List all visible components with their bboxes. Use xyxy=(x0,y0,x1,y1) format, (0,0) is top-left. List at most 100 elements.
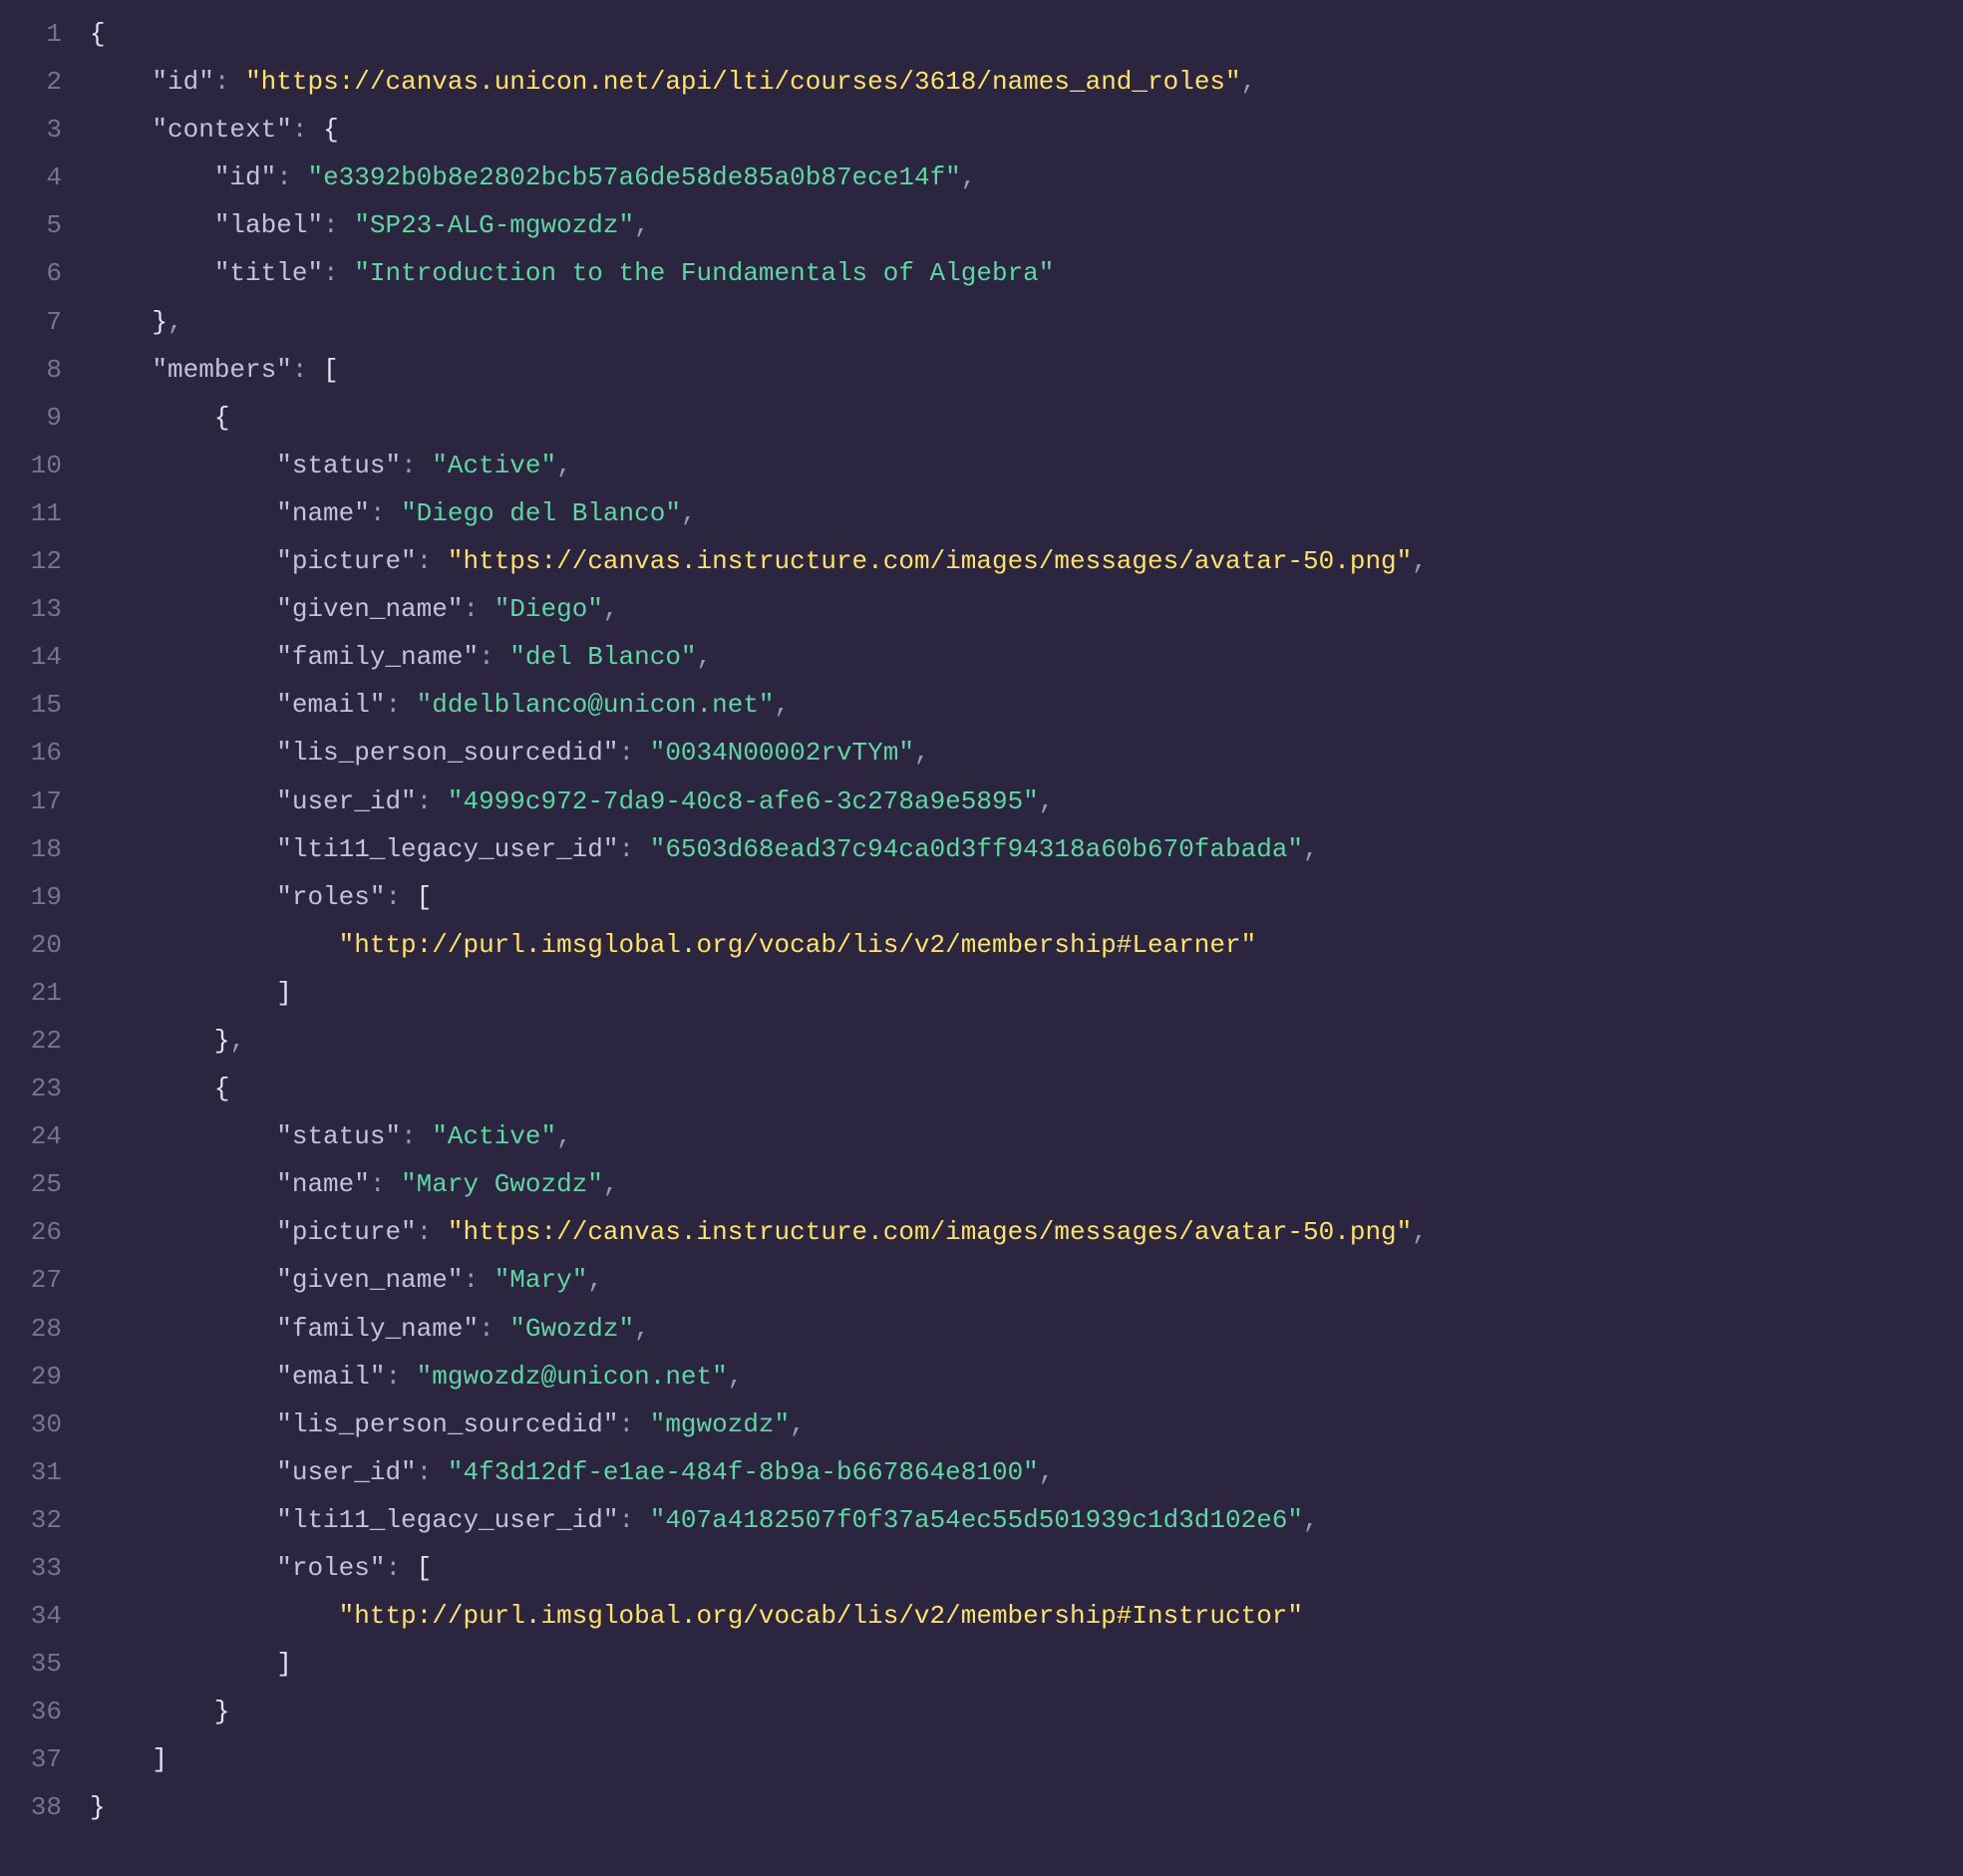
line-number: 25 xyxy=(0,1160,62,1208)
code-line: } xyxy=(90,1783,1428,1831)
token-comma: , xyxy=(775,690,791,720)
token-comma: , xyxy=(634,210,650,240)
code-line: }, xyxy=(90,298,1428,346)
token-key: "title" xyxy=(214,258,323,288)
token-brace: } xyxy=(214,1697,230,1726)
code-line: "given_name": "Mary", xyxy=(90,1256,1428,1304)
token-brace: [ xyxy=(417,882,433,912)
token-brace: } xyxy=(90,1792,106,1822)
code-line: "user_id": "4999c972-7da9-40c8-afe6-3c27… xyxy=(90,778,1428,825)
token-key: "lis_person_sourcedid" xyxy=(276,738,618,768)
line-number: 6 xyxy=(0,249,62,297)
code-line: "http://purl.imsglobal.org/vocab/lis/v2/… xyxy=(90,921,1428,969)
token-colon: : xyxy=(619,1409,650,1439)
line-number: 31 xyxy=(0,1448,62,1496)
token-colon: : xyxy=(619,1505,650,1535)
code-line: "title": "Introduction to the Fundamenta… xyxy=(90,249,1428,297)
line-number: 17 xyxy=(0,778,62,825)
line-number: 19 xyxy=(0,873,62,921)
token-comma: , xyxy=(697,642,713,672)
token-string: "407a4182507f0f37a54ec55d501939c1d3d102e… xyxy=(650,1505,1303,1535)
token-url: "https://canvas.instructure.com/images/m… xyxy=(448,546,1412,576)
line-number: 13 xyxy=(0,585,62,633)
token-string: "ddelblanco@unicon.net" xyxy=(417,690,775,720)
code-line: "label": "SP23-ALG-mgwozdz", xyxy=(90,201,1428,249)
code-line: ] xyxy=(90,969,1428,1017)
token-comma: , xyxy=(634,1314,650,1344)
token-brace: } xyxy=(214,1026,230,1056)
token-colon: : xyxy=(401,451,432,480)
code-line: } xyxy=(90,1688,1428,1735)
token-colon: : xyxy=(214,67,245,97)
code-line: "email": "ddelblanco@unicon.net", xyxy=(90,681,1428,729)
token-brace: ] xyxy=(152,1744,167,1774)
line-number: 38 xyxy=(0,1783,62,1831)
token-key: "user_id" xyxy=(276,786,416,816)
token-colon: : xyxy=(276,162,307,192)
token-colon: : xyxy=(292,355,323,385)
token-key: "status" xyxy=(276,451,401,480)
token-colon: : xyxy=(463,594,493,624)
token-url: "https://canvas.instructure.com/images/m… xyxy=(448,1217,1412,1247)
token-brace: ] xyxy=(276,1649,292,1679)
token-key: "given_name" xyxy=(276,594,463,624)
token-url: "https://canvas.unicon.net/api/lti/cours… xyxy=(245,67,1241,97)
token-key: "email" xyxy=(276,690,385,720)
token-colon: : xyxy=(619,738,650,768)
code-line: "members": [ xyxy=(90,346,1428,394)
token-comma: , xyxy=(1412,546,1428,576)
token-colon: : xyxy=(417,546,448,576)
token-key: "roles" xyxy=(276,882,385,912)
line-number: 34 xyxy=(0,1592,62,1640)
token-string: "Introduction to the Fundamentals of Alg… xyxy=(354,258,1054,288)
token-key: "family_name" xyxy=(276,1314,479,1344)
token-colon: : xyxy=(417,1217,448,1247)
token-key: "family_name" xyxy=(276,642,479,672)
code-line: "user_id": "4f3d12df-e1ae-484f-8b9a-b667… xyxy=(90,1448,1428,1496)
line-number: 35 xyxy=(0,1640,62,1688)
token-key: "label" xyxy=(214,210,323,240)
line-number: 29 xyxy=(0,1353,62,1401)
line-number: 22 xyxy=(0,1017,62,1065)
line-number: 36 xyxy=(0,1688,62,1735)
code-line: "picture": "https://canvas.instructure.c… xyxy=(90,537,1428,585)
token-brace: { xyxy=(323,115,339,145)
token-string: "SP23-ALG-mgwozdz" xyxy=(354,210,634,240)
line-number: 23 xyxy=(0,1065,62,1112)
token-key: "id" xyxy=(152,67,213,97)
code-line: { xyxy=(90,1065,1428,1112)
token-comma: , xyxy=(1303,834,1319,864)
token-brace: [ xyxy=(417,1553,433,1583)
token-brace: { xyxy=(90,19,106,49)
token-key: "lis_person_sourcedid" xyxy=(276,1409,618,1439)
token-string: "Diego del Blanco" xyxy=(401,498,681,528)
token-string: "mgwozdz@unicon.net" xyxy=(417,1362,728,1392)
token-colon: : xyxy=(385,1553,416,1583)
token-comma: , xyxy=(1241,67,1257,97)
token-string: "4999c972-7da9-40c8-afe6-3c278a9e5895" xyxy=(448,786,1039,816)
token-key: "user_id" xyxy=(276,1457,416,1487)
line-number: 14 xyxy=(0,633,62,681)
token-url: "http://purl.imsglobal.org/vocab/lis/v2/… xyxy=(339,1601,1303,1631)
token-key: "name" xyxy=(276,498,370,528)
token-string: "mgwozdz" xyxy=(650,1409,790,1439)
line-number: 3 xyxy=(0,106,62,154)
code-line: "roles": [ xyxy=(90,1544,1428,1592)
token-colon: : xyxy=(323,258,354,288)
line-number: 37 xyxy=(0,1735,62,1783)
code-line: "context": { xyxy=(90,106,1428,154)
line-number: 5 xyxy=(0,201,62,249)
token-comma: , xyxy=(790,1409,806,1439)
token-colon: : xyxy=(385,690,416,720)
code-line: "family_name": "del Blanco", xyxy=(90,633,1428,681)
line-number-gutter: 1234567891011121314151617181920212223242… xyxy=(0,10,90,1832)
code-line: "id": "e3392b0b8e2802bcb57a6de58de85a0b8… xyxy=(90,154,1428,201)
code-line: "id": "https://canvas.unicon.net/api/lti… xyxy=(90,58,1428,106)
code-line: "status": "Active", xyxy=(90,442,1428,489)
token-comma: , xyxy=(167,307,183,337)
line-number: 9 xyxy=(0,394,62,442)
line-number: 18 xyxy=(0,825,62,873)
code-line: "given_name": "Diego", xyxy=(90,585,1428,633)
code-line: "lti11_legacy_user_id": "407a4182507f0f3… xyxy=(90,1496,1428,1544)
token-colon: : xyxy=(417,786,448,816)
